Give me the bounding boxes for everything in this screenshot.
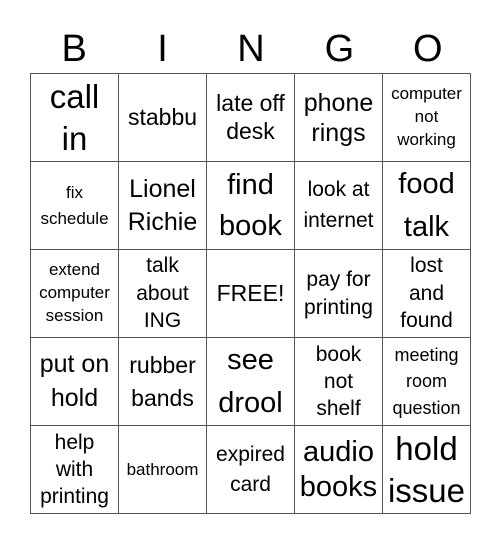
bingo-cell[interactable]: hold issue: [383, 426, 471, 514]
bingo-cell[interactable]: help with printing: [31, 426, 119, 514]
bingo-cell[interactable]: look at internet: [295, 162, 383, 250]
bingo-cell[interactable]: expired card: [207, 426, 295, 514]
bingo-cell[interactable]: computer not working: [383, 74, 471, 162]
bingo-cell[interactable]: meeting room question: [383, 338, 471, 426]
header-letter-o: O: [412, 28, 443, 70]
bingo-cell[interactable]: book not shelf: [295, 338, 383, 426]
bingo-cell[interactable]: phone rings: [295, 74, 383, 162]
bingo-cell[interactable]: put on hold: [31, 338, 119, 426]
bingo-cell[interactable]: pay for printing: [295, 250, 383, 338]
bingo-cell[interactable]: extend computer session: [31, 250, 119, 338]
bingo-cell[interactable]: find book: [207, 162, 295, 250]
header-letter-n: N: [237, 28, 265, 70]
bingo-cell[interactable]: talk about ING: [119, 250, 207, 338]
bingo-cell free-space[interactable]: FREE!: [207, 250, 295, 338]
header-letter-g: G: [324, 28, 355, 70]
bingo-cell[interactable]: lost and found: [383, 250, 471, 338]
bingo-cell[interactable]: fix schedule: [31, 162, 119, 250]
bingo-cell[interactable]: Lionel Richie: [119, 162, 207, 250]
bingo-cell[interactable]: stabbu: [119, 74, 207, 162]
bingo-cell[interactable]: late off desk: [207, 74, 295, 162]
bingo-cell[interactable]: food talk: [383, 162, 471, 250]
bingo-cell[interactable]: see drool: [207, 338, 295, 426]
header-letter-b: B: [61, 28, 87, 70]
bingo-cell[interactable]: rubber bands: [119, 338, 207, 426]
bingo-cell[interactable]: bathroom: [119, 426, 207, 514]
bingo-grid: call in stabbu late off desk phone rings…: [30, 73, 471, 514]
bingo-cell[interactable]: audio books: [295, 426, 383, 514]
bingo-header: B I N G O: [30, 26, 472, 72]
header-letter-i: I: [157, 28, 168, 70]
bingo-cell[interactable]: call in: [31, 74, 119, 162]
